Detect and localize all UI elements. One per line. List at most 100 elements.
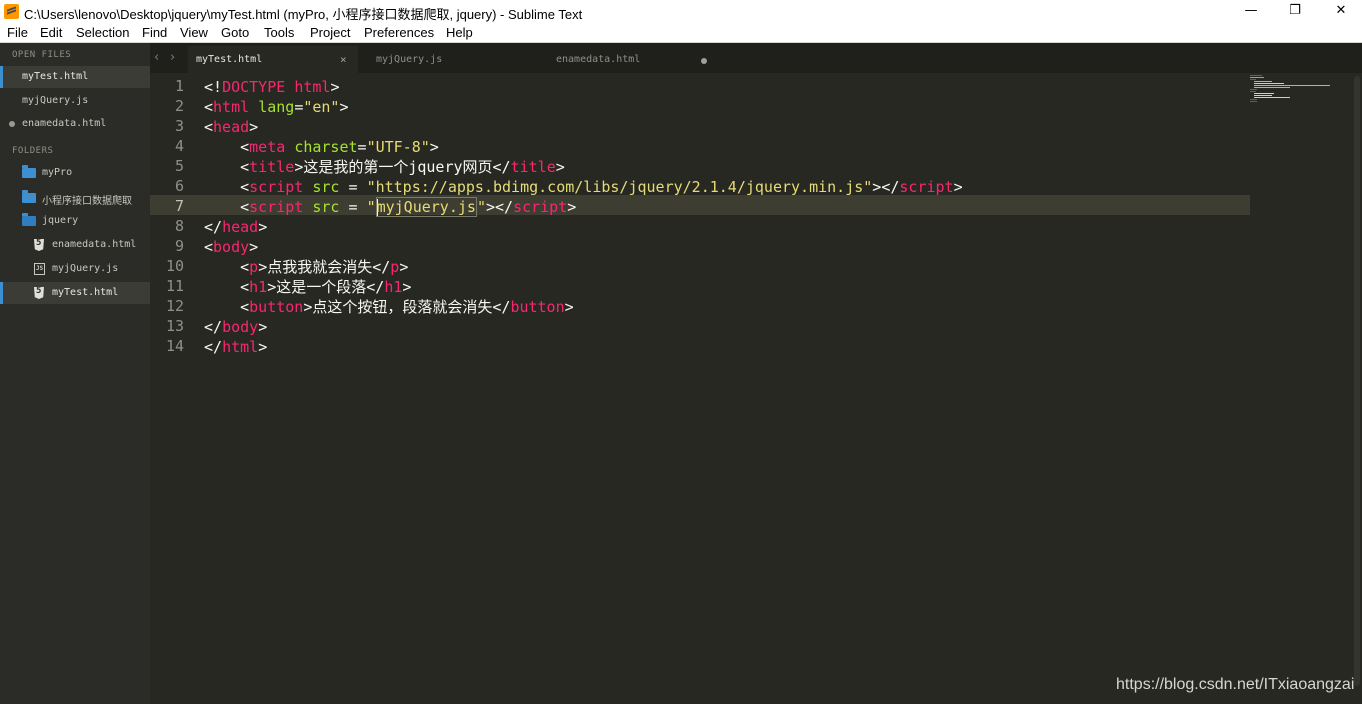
code-token: src: [312, 178, 340, 196]
code-line[interactable]: <body>: [204, 237, 258, 257]
menu-view[interactable]: View: [180, 25, 208, 40]
tab-myjquery[interactable]: myjQuery.js: [368, 46, 538, 73]
code-token: charset: [294, 138, 358, 156]
scrollbar-thumb[interactable]: [1354, 76, 1360, 686]
code-token: >: [330, 78, 340, 96]
file-enamedata[interactable]: enamedata.html: [0, 234, 150, 256]
code-token: <: [204, 238, 214, 256]
close-button[interactable]: ✕: [1318, 0, 1362, 23]
code-token: html: [213, 98, 250, 116]
code-token: lang: [258, 98, 295, 116]
open-file-enamedata[interactable]: enamedata.html: [0, 113, 150, 135]
code-line[interactable]: <h1>这是一个段落</h1>: [204, 277, 411, 297]
code-token: title: [249, 158, 295, 176]
code-line[interactable]: <title>这是我的第一个jquery网页</title>: [204, 157, 565, 177]
menu-selection[interactable]: Selection: [76, 25, 129, 40]
code-token: meta: [249, 138, 286, 156]
code-token: <: [204, 138, 250, 156]
menu-bar: File Edit Selection Find View Goto Tools…: [0, 23, 1362, 43]
code-token: >点我我就会消失</: [258, 258, 391, 276]
code-token: h1: [249, 278, 268, 296]
minimap[interactable]: [1250, 75, 1340, 105]
line-number: 12: [165, 297, 184, 315]
unsaved-dot-icon: [9, 121, 15, 127]
code-line[interactable]: <script src = "https://apps.bdimg.com/li…: [204, 177, 963, 197]
unsaved-dot-icon: [701, 58, 707, 64]
code-token: <: [204, 258, 250, 276]
line-number: 7: [174, 197, 184, 215]
js-file-icon: JS: [34, 263, 45, 275]
line-number: 5: [174, 157, 184, 175]
code-token: <: [204, 198, 250, 216]
maximize-button[interactable]: ❐: [1272, 0, 1318, 23]
code-token: >: [249, 238, 259, 256]
tab-label: myTest.html: [196, 54, 263, 65]
tab-mytest[interactable]: myTest.html ×: [188, 46, 358, 73]
code-token: src: [312, 198, 340, 216]
code-line[interactable]: <p>点我我就会消失</p>: [204, 257, 408, 277]
file-myjquery[interactable]: JS myjQuery.js: [0, 258, 150, 280]
folder-miniprogram[interactable]: 小程序接口数据爬取: [0, 187, 150, 209]
code-token: >这是一个段落</: [267, 278, 385, 296]
code-token: <: [204, 278, 250, 296]
code-token: ></: [485, 198, 514, 216]
file-mytest[interactable]: myTest.html: [0, 282, 150, 304]
code-token: >: [258, 318, 268, 336]
code-editor[interactable]: 1 2 3 4 5 6 7 8 9 10 11 12 13 14 <!DOCTYPE html> <html…: [150, 73, 1362, 704]
open-files-header: OPEN FILES: [12, 50, 72, 60]
tab-back-icon[interactable]: ‹: [154, 50, 159, 65]
code-token: script: [249, 178, 304, 196]
code-token: ></: [872, 178, 900, 196]
code-token: script: [513, 198, 568, 216]
line-number: 6: [174, 177, 184, 195]
code-token: >: [567, 198, 577, 216]
folder-mypro[interactable]: myPro: [0, 162, 150, 184]
code-line[interactable]: <button>点这个按钮，段落就会消失</button>: [204, 297, 574, 317]
file-label: myTest.html: [52, 287, 119, 298]
code-line[interactable]: <script src = "myjQuery.js"></script>: [204, 197, 576, 217]
code-token: head: [213, 118, 250, 136]
code-token: >: [258, 218, 268, 236]
watermark: https://blog.csdn.net/ITxiaoangzai: [1116, 676, 1355, 693]
open-file-myjquery[interactable]: myjQuery.js: [0, 90, 150, 112]
menu-project[interactable]: Project: [310, 25, 350, 40]
tab-close-icon[interactable]: ×: [340, 53, 347, 66]
folder-jquery[interactable]: jquery: [0, 210, 150, 232]
folder-label: jquery: [42, 215, 79, 226]
open-file-mytest[interactable]: myTest.html: [0, 66, 150, 88]
code-line[interactable]: <head>: [204, 117, 258, 137]
code-token: ": [366, 198, 376, 216]
code-line[interactable]: </body>: [204, 317, 267, 337]
code-line[interactable]: <html lang="en">: [204, 97, 349, 117]
line-number: 8: [174, 217, 184, 235]
menu-tools[interactable]: Tools: [264, 25, 294, 40]
code-line[interactable]: </html>: [204, 337, 267, 357]
code-token: <: [204, 158, 250, 176]
minimize-button[interactable]: —: [1228, 0, 1274, 23]
menu-find[interactable]: Find: [142, 25, 167, 40]
code-token: p: [390, 258, 400, 276]
title-bar: C:\Users\lenovo\Desktop\jquery\myTest.ht…: [0, 0, 1362, 23]
tab-forward-icon[interactable]: ›: [170, 50, 175, 65]
menu-preferences[interactable]: Preferences: [364, 25, 434, 40]
menu-goto[interactable]: Goto: [221, 25, 249, 40]
code-line[interactable]: <!DOCTYPE html>: [204, 77, 339, 97]
code-token: title: [510, 158, 556, 176]
code-token: =: [357, 138, 367, 156]
menu-edit[interactable]: Edit: [40, 25, 62, 40]
code-token: body: [213, 238, 250, 256]
tab-enamedata[interactable]: enamedata.html: [548, 46, 718, 73]
code-token: >: [339, 98, 349, 116]
folder-icon: [22, 165, 36, 178]
sidebar: OPEN FILES myTest.html myjQuery.js ename…: [0, 43, 150, 704]
menu-file[interactable]: File: [7, 25, 28, 40]
code-token: </: [204, 338, 223, 356]
code-token: >这是我的第一个jquery网页</: [294, 158, 511, 176]
code-token: =: [339, 198, 367, 216]
code-token: p: [249, 258, 259, 276]
code-line[interactable]: <meta charset="UTF-8">: [204, 137, 439, 157]
code-token: >点这个按钮，段落就会消失</: [303, 298, 511, 316]
code-line[interactable]: </head>: [204, 217, 267, 237]
code-token: <: [204, 298, 250, 316]
menu-help[interactable]: Help: [446, 25, 473, 40]
